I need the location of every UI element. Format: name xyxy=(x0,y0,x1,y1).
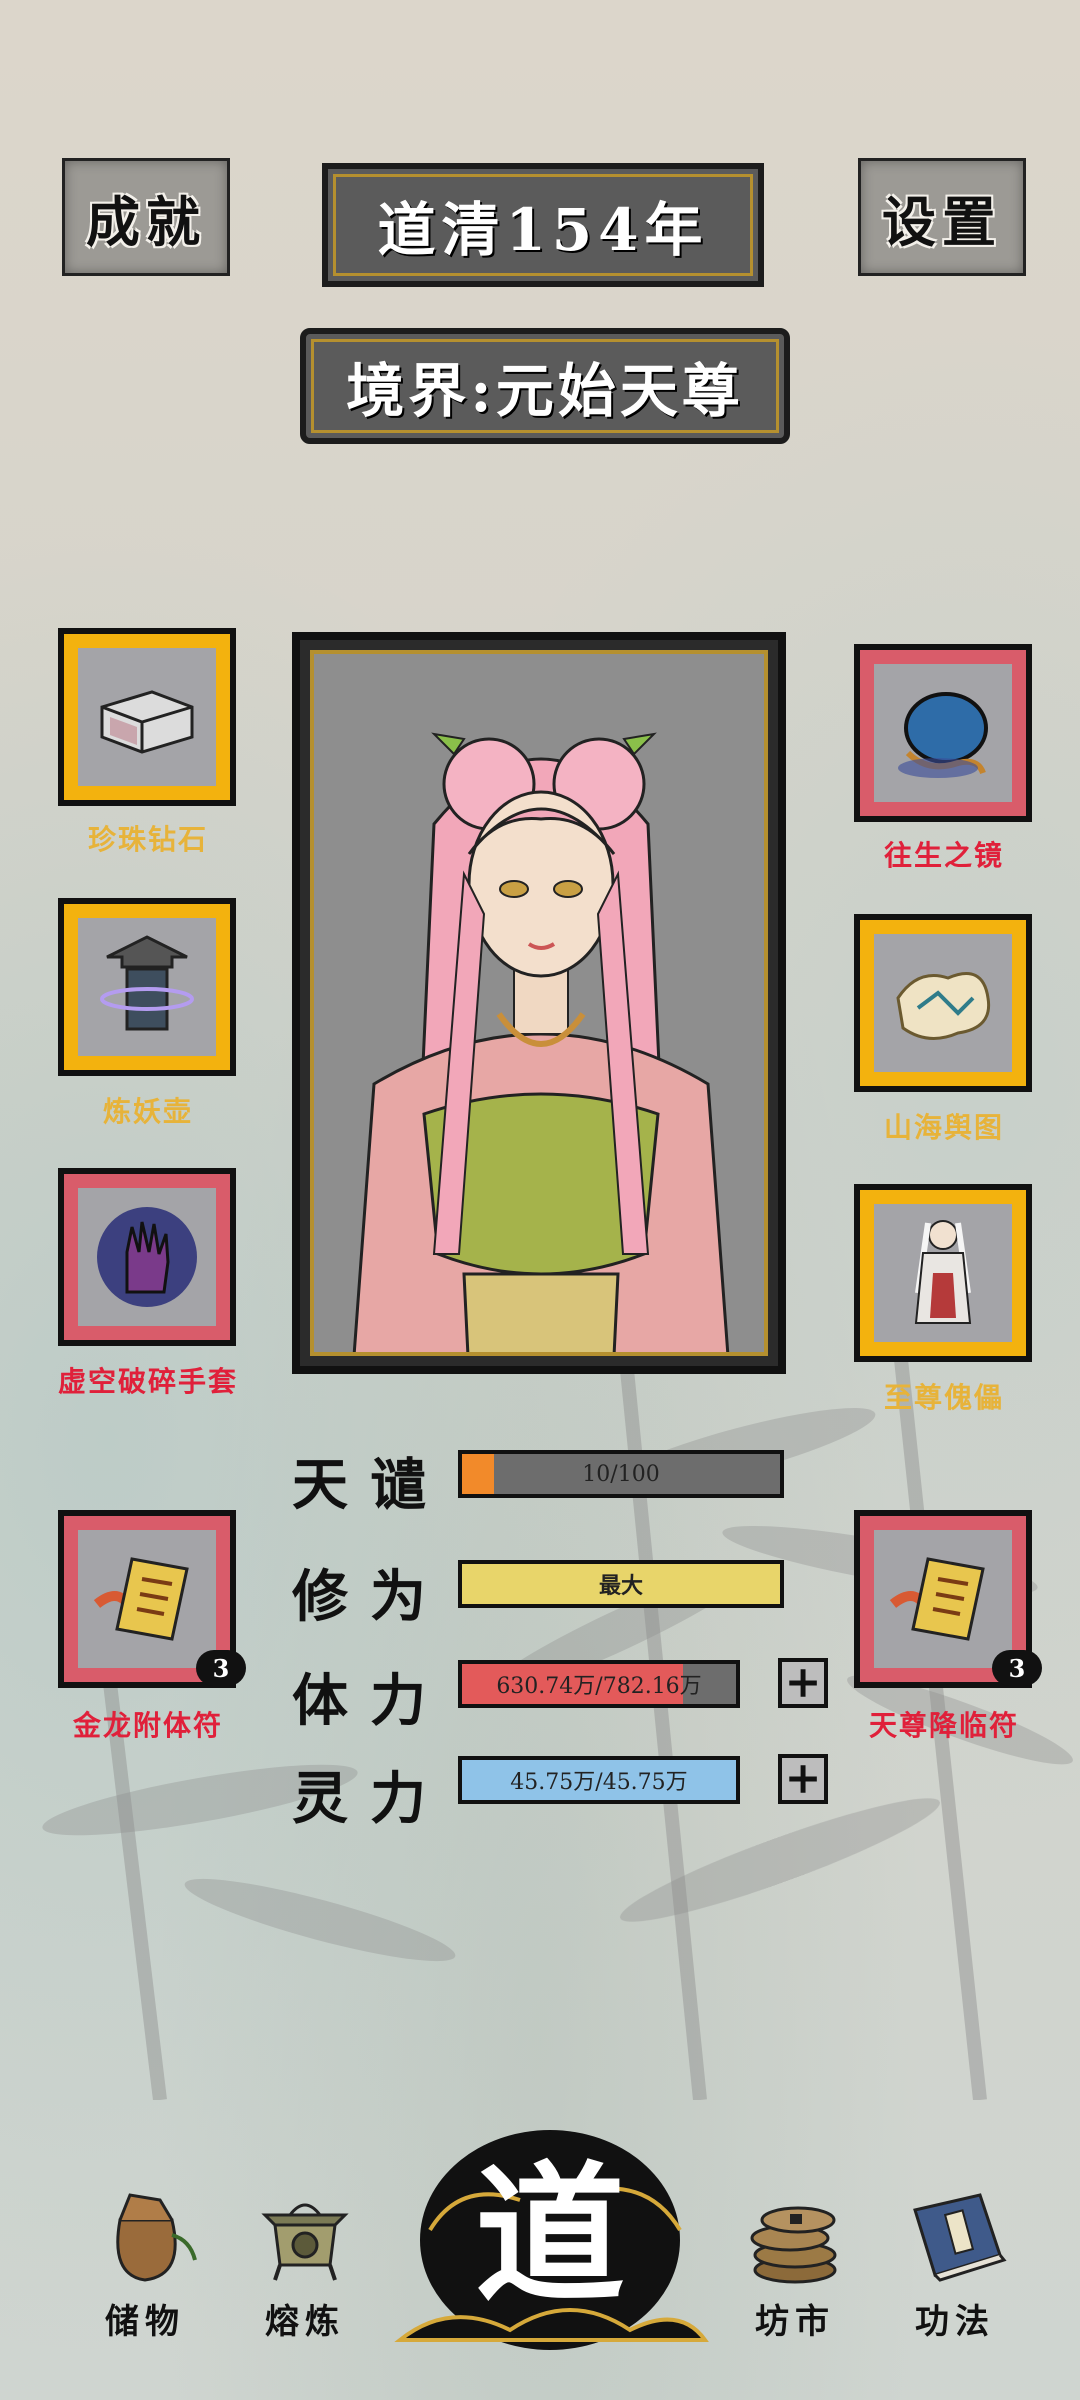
slot-inner xyxy=(874,1204,1012,1342)
book-icon xyxy=(913,2193,1007,2282)
settings-label: 设置 xyxy=(882,189,1002,254)
slot-inner xyxy=(874,934,1012,1072)
map-scroll-icon xyxy=(896,972,991,1040)
game-screen: 成就 设置 道清154年 境界:元始天尊 珍珠钻石 炼妖壶 虚空破碎手套 3 金… xyxy=(0,0,1080,2400)
tianqian-bar: 10/100 xyxy=(458,1450,784,1498)
stat-name-xiuwei: 修为 xyxy=(292,1564,448,1630)
pouch-icon xyxy=(116,2193,197,2282)
character-portrait-frame[interactable] xyxy=(292,632,786,1374)
artifact-label-rebirth-mirror: 往生之镜 xyxy=(883,839,1004,872)
nav-market[interactable]: 坊市 xyxy=(720,2180,870,2343)
year-plaque: 道清154年 xyxy=(322,163,764,287)
slot-inner xyxy=(78,1530,216,1668)
tianqian-value: 10/100 xyxy=(582,1461,660,1487)
mirror-icon xyxy=(898,692,988,778)
talisman-count-badge: 3 xyxy=(196,1650,246,1686)
coins-icon xyxy=(750,2206,837,2284)
puppet-icon xyxy=(914,1220,972,1324)
realm-plaque: 境界:元始天尊 xyxy=(300,328,790,444)
lingli-value: 45.75万/45.75万 xyxy=(510,1770,688,1795)
stat-name-lingli: 灵力 xyxy=(292,1766,448,1832)
furnace-icon xyxy=(261,2203,349,2281)
artifact-slot-demon-pot[interactable] xyxy=(58,898,236,1076)
artifact-slot-void-gauntlet[interactable] xyxy=(58,1168,236,1346)
year-label: 道清154年 xyxy=(377,196,709,264)
artifact-label-void-gauntlet: 虚空破碎手套 xyxy=(57,1365,238,1398)
nav-skills[interactable]: 功法 xyxy=(880,2180,1030,2343)
settings-button[interactable]: 设置 xyxy=(858,158,1026,276)
nav-storage[interactable]: 储物 xyxy=(70,2180,220,2343)
nav-market-label: 坊市 xyxy=(755,2302,835,2342)
dao-glyph: 道 xyxy=(474,2147,625,2323)
slot-inner xyxy=(78,1188,216,1326)
talisman-count-badge: 3 xyxy=(992,1650,1042,1686)
crystal-box-icon xyxy=(100,690,194,754)
lingli-bar: 45.75万/45.75万 xyxy=(458,1756,740,1804)
talisman-label-golden-dragon: 金龙附体符 xyxy=(72,1709,223,1742)
add-tili-button[interactable]: + xyxy=(778,1658,828,1708)
nav-skills-label: 功法 xyxy=(915,2302,995,2342)
nav-smelting[interactable]: 熔炼 xyxy=(230,2180,380,2343)
realm-label: 境界:元始天尊 xyxy=(346,357,744,425)
artifact-slot-pearl-diamond[interactable] xyxy=(58,628,236,806)
nav-smelting-label: 熔炼 xyxy=(265,2302,345,2342)
slot-inner xyxy=(78,648,216,786)
tili-bar: 630.74万/782.16万 xyxy=(458,1660,740,1708)
nav-dao-center[interactable]: 道 xyxy=(390,2120,710,2370)
stat-name-tili: 体力 xyxy=(292,1668,448,1734)
artifact-label-mountain-sea-map: 山海舆图 xyxy=(883,1111,1004,1144)
artifact-label-pearl-diamond: 珍珠钻石 xyxy=(87,823,208,856)
achievements-label: 成就 xyxy=(86,189,206,254)
tili-value: 630.74万/782.16万 xyxy=(496,1674,702,1699)
achievements-button[interactable]: 成就 xyxy=(62,158,230,276)
character-figure-icon xyxy=(352,732,730,1352)
xiuwei-value: 最大 xyxy=(598,1573,643,1599)
pagoda-vessel-icon xyxy=(100,935,194,1031)
artifact-slot-supreme-puppet[interactable] xyxy=(854,1184,1032,1362)
artifact-label-demon-pot: 炼妖壶 xyxy=(102,1095,193,1128)
artifact-label-supreme-puppet: 至尊傀儡 xyxy=(883,1381,1004,1414)
add-lingli-button[interactable]: + xyxy=(778,1754,828,1804)
character-portrait xyxy=(310,650,768,1356)
xiuwei-bar: 最大 xyxy=(458,1560,784,1608)
nav-storage-label: 储物 xyxy=(105,2302,185,2342)
artifact-slot-mountain-sea-map[interactable] xyxy=(854,914,1032,1092)
talisman-scroll-icon xyxy=(93,1557,189,1641)
talisman-label-celestial-descent: 天尊降临符 xyxy=(868,1709,1019,1742)
void-gauntlet-icon xyxy=(97,1207,197,1307)
slot-inner xyxy=(78,918,216,1056)
artifact-slot-rebirth-mirror[interactable] xyxy=(854,644,1032,822)
talisman-scroll-icon xyxy=(889,1557,985,1641)
slot-inner xyxy=(874,1530,1012,1668)
stat-name-tianqian: 天谴 xyxy=(292,1452,448,1518)
slot-inner xyxy=(874,664,1012,802)
